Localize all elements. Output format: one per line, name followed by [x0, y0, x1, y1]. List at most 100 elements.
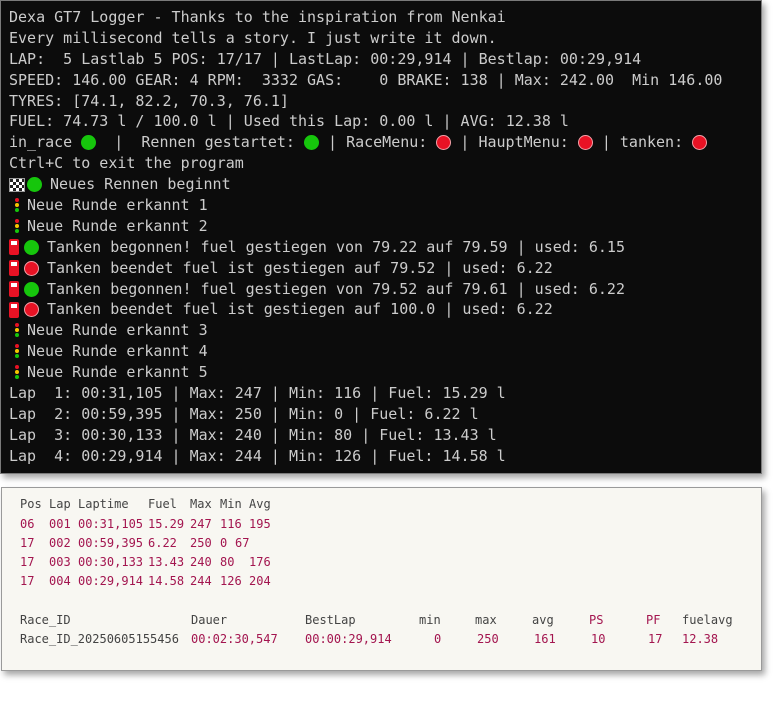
lap-table-header: Lap	[49, 497, 71, 511]
fuel-cell: 13.43	[148, 555, 185, 569]
pos-cell: 06	[20, 517, 35, 531]
event-text: Tanken beendet fuel ist gestiegen auf 10…	[47, 300, 553, 319]
checkered-flag-icon	[9, 177, 25, 192]
laptime-cell: 00:30,133	[78, 555, 144, 569]
tanken-label: tanken:	[619, 133, 693, 152]
traffic-light-icon	[13, 344, 21, 359]
racemenu-red-dot-icon	[436, 135, 452, 151]
separator: |	[451, 133, 479, 152]
lap-summary: Lap 1: 00:31,105 | Max: 247 | Min: 116 |…	[9, 383, 761, 467]
min-cell: 0	[220, 536, 228, 550]
lap-summary-line: Lap 1: 00:31,105 | Max: 247 | Min: 116 |…	[9, 384, 506, 403]
event-text: Neue Runde erkannt 3	[27, 321, 208, 340]
min-cell: 0	[434, 632, 442, 646]
event-text: Neue Runde erkannt 1	[27, 196, 208, 215]
green-dot-icon	[24, 239, 39, 255]
rennen-gestartet-green-dot-icon	[303, 135, 319, 151]
max-cell: 250	[477, 632, 499, 646]
tyres-status-line: TYRES: [74.1, 82.2, 70.3, 76.1]	[9, 91, 289, 110]
dauer-cell: 00:02:30,547	[191, 632, 278, 646]
fuel-cell: 6.22	[148, 536, 177, 550]
lap-table-header: Laptime	[78, 497, 129, 511]
race-table-header: fuelavg	[682, 613, 733, 627]
data-sheet: Pos Lap Laptime Fuel Max Min Avg 06 001 …	[1, 487, 762, 671]
max-cell: 240	[190, 555, 212, 569]
tanken-red-dot-icon	[692, 135, 708, 151]
fuel-pump-icon	[9, 260, 22, 277]
event-text: Neue Runde erkannt 2	[27, 216, 208, 235]
exit-hint: Ctrl+C to exit the program	[9, 154, 244, 173]
race-table-header: PS	[589, 613, 604, 627]
race-table-header: avg	[532, 613, 554, 627]
separator: |	[592, 133, 620, 152]
fuel-cell: 14.58	[148, 574, 185, 588]
laptime-cell: 00:59,395	[78, 536, 144, 550]
event-text: Neue Runde erkannt 4	[27, 342, 208, 361]
pos-cell: 17	[20, 574, 35, 588]
race-table-header: PF	[646, 613, 661, 627]
avg-cell: 176	[249, 555, 271, 569]
event-text: Tanken begonnen! fuel gestiegen von 79.2…	[47, 237, 625, 256]
in-race-label: in_race	[9, 133, 82, 152]
traffic-light-icon	[13, 218, 21, 234]
race-table-header: min	[419, 613, 441, 627]
lap-table-header: Avg	[249, 497, 271, 511]
state-indicator-line: in_race | Rennen gestartet: | RaceMenu: …	[9, 132, 761, 153]
event-line: Neue Runde erkannt 4	[9, 341, 761, 362]
race-table-header: Race_ID	[20, 613, 71, 627]
avg-cell: 67	[235, 536, 250, 550]
event-line: Tanken begonnen! fuel gestiegen von 79.5…	[9, 279, 761, 300]
red-dot-icon	[24, 260, 39, 276]
hauptmenu-red-dot-icon	[577, 135, 593, 151]
lap-status-line: LAP: 5 Lastlab 5 POS: 17/17 | LastLap: 0…	[9, 49, 642, 68]
event-line: Tanken beendet fuel ist gestiegen auf 79…	[9, 258, 761, 279]
event-line: Neue Runde erkannt 3	[9, 320, 761, 341]
event-line: Tanken begonnen! fuel gestiegen von 79.2…	[9, 237, 761, 258]
fuel-pump-icon	[9, 239, 22, 256]
red-dot-icon	[24, 302, 39, 318]
event-line: Neue Runde erkannt 1	[9, 195, 761, 216]
laptime-cell: 00:29,914	[78, 574, 144, 588]
separator: |	[318, 133, 347, 152]
fuelavg-cell: 12.38	[682, 632, 719, 646]
pos-cell: 17	[20, 555, 35, 569]
lap-table-header: Min	[220, 497, 242, 511]
race-table-header: Dauer	[191, 613, 228, 627]
traffic-light-icon	[13, 323, 21, 338]
event-text: Neues Rennen beginnt	[50, 175, 231, 194]
race-id-cell: Race_ID_20250605155456	[20, 632, 179, 646]
hauptmenu-label: HauptMenu:	[478, 133, 578, 152]
terminal-title-line: Dexa GT7 Logger - Thanks to the inspirat…	[9, 8, 506, 26]
event-text: Tanken beendet fuel ist gestiegen auf 79…	[47, 258, 553, 277]
lap-cell: 003	[49, 555, 71, 569]
lap-table-header: Fuel	[148, 497, 177, 511]
lap-table-header: Pos	[20, 497, 42, 511]
event-text: Tanken begonnen! fuel gestiegen von 79.5…	[47, 279, 625, 298]
max-cell: 250	[190, 536, 212, 550]
max-cell: 244	[190, 574, 212, 588]
lap-cell: 001	[49, 517, 71, 531]
in-race-green-dot-icon	[81, 135, 97, 151]
lap-summary-line: Lap 2: 00:59,395 | Max: 250 | Min: 0 | F…	[9, 404, 479, 423]
ps-cell: 10	[591, 632, 606, 646]
fuel-status-line: FUEL: 74.73 l / 100.0 l | Used this Lap:…	[9, 112, 569, 131]
fuel-pump-icon	[9, 301, 22, 318]
lap-summary-line: Lap 4: 00:29,914 | Max: 244 | Min: 126 |…	[9, 446, 506, 465]
event-line: Neue Runde erkannt 5	[9, 362, 761, 383]
speed-status-line: SPEED: 146.00 GEAR: 4 RPM: 3332 GAS: 0 B…	[9, 70, 723, 89]
min-cell: 116	[220, 517, 242, 531]
green-dot-icon	[27, 177, 42, 193]
min-cell: 126	[220, 574, 242, 588]
traffic-light-icon	[13, 197, 21, 213]
event-line: Neue Runde erkannt 2	[9, 216, 761, 237]
avg-cell: 161	[534, 632, 556, 646]
traffic-light-icon	[13, 365, 21, 380]
pf-cell: 17	[648, 632, 663, 646]
min-cell: 80	[220, 555, 235, 569]
terminal-window[interactable]: Dexa GT7 Logger - Thanks to the inspirat…	[0, 0, 762, 474]
lap-cell: 002	[49, 536, 71, 550]
event-line: Neues Rennen beginnt	[9, 174, 761, 195]
pos-cell: 17	[20, 536, 35, 550]
avg-cell: 204	[249, 574, 271, 588]
fuel-cell: 15.29	[148, 517, 185, 531]
